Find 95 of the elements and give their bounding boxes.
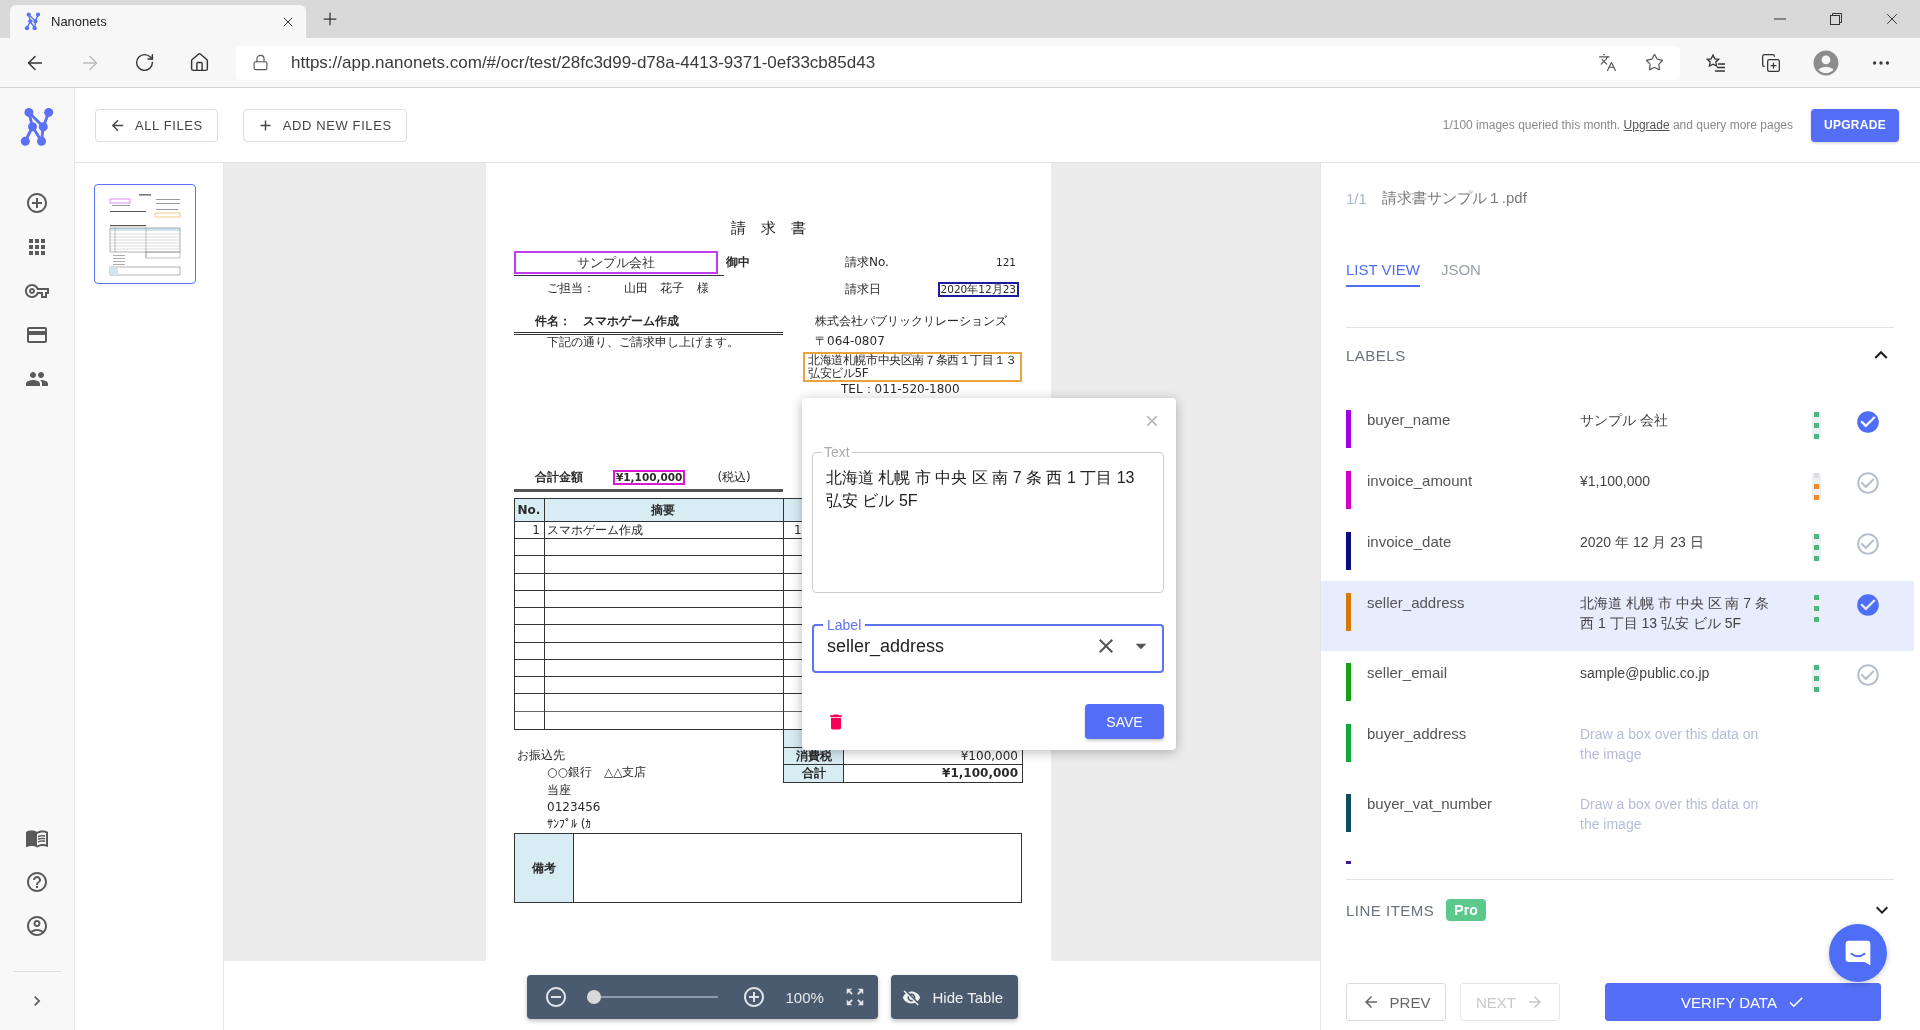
total-label: 合計金額 xyxy=(535,470,584,484)
label-value: sample@public.co.jp xyxy=(1580,663,1711,683)
usage-note: 1/100 images queried this month. Upgrade and query more pages xyxy=(1442,118,1793,132)
meta-label: 請求No. xyxy=(845,256,889,269)
home-icon[interactable] xyxy=(189,52,210,73)
column-header: 摘要 xyxy=(650,502,676,519)
label-row[interactable]: buyer_name サンプル 会社 xyxy=(1321,398,1914,459)
bank-detail: ｻﾝﾌﾟﾙ (ｶ xyxy=(546,816,592,834)
pro-badge: Pro xyxy=(1446,899,1486,921)
bank-detail: 当座 xyxy=(546,781,571,799)
honorific-text: 様 xyxy=(697,282,709,295)
zoom-out-icon[interactable] xyxy=(543,985,568,1009)
section-title: LINE ITEMS xyxy=(1346,901,1435,919)
prev-button[interactable]: PREV xyxy=(1346,983,1446,1021)
zoom-in-icon[interactable] xyxy=(741,985,766,1009)
label-row[interactable]: buyer_address Draw a box over this data on the image xyxy=(1321,712,1914,782)
summary-label: 合計 xyxy=(800,765,827,782)
column-header: No. xyxy=(516,502,542,519)
recipient-name: サンプル会社 xyxy=(514,250,718,274)
arrow-right-icon xyxy=(1526,993,1544,1011)
copy-plus-icon[interactable] xyxy=(1760,52,1781,73)
all-files-button[interactable]: ALL FILES xyxy=(95,108,218,142)
company-name: 株式会社パブリックリレーションズ xyxy=(815,314,1007,328)
label-value: ¥1,100,000 xyxy=(1580,471,1652,491)
label-row[interactable]: buyer_vat_number Draw a box over this data on the image xyxy=(1321,782,1914,852)
favicon-icon xyxy=(24,12,41,31)
upgrade-link[interactable]: Upgrade xyxy=(1623,118,1670,132)
verify-data-button[interactable]: VERIFY DATA xyxy=(1605,983,1881,1021)
label-row[interactable]: invoice_amount ¥1,100,000 xyxy=(1321,459,1914,520)
contact-name: 山田 花子 xyxy=(624,282,684,295)
label-hint: Draw a box over this data on the image xyxy=(1580,794,1760,834)
label-name: buyer_address xyxy=(1367,723,1468,744)
file-name: 請求書サンプル１.pdf xyxy=(1381,188,1527,208)
hide-table-button[interactable]: Hide Table xyxy=(890,975,1018,1019)
bank-detail: ○○銀行 △△支店 xyxy=(546,764,647,782)
help-icon[interactable] xyxy=(25,870,49,894)
postal-code: 〒064-0807 xyxy=(815,334,885,348)
meta-value: 121 xyxy=(994,255,1017,270)
address-text: 北海道札幌市中央区南７条西１丁目１３ 弘安ビル5F xyxy=(803,352,1022,382)
address-bar[interactable]: https://app.nanonets.com/#/ocr/test/28fc3d99-d78a-4413-9371-0ef33cb85d43 xyxy=(236,45,1680,80)
meta-label: 請求日 xyxy=(845,282,881,296)
view-tab[interactable]: LIST VIEW xyxy=(1346,261,1420,287)
label-row[interactable]: invoice_date 2020 年 12 月 23 日 xyxy=(1321,520,1914,581)
bank-detail: 0123456 xyxy=(546,798,601,816)
save-button[interactable]: SAVE xyxy=(1085,704,1164,739)
phone-text: TEL：011-520-1800 xyxy=(841,382,960,396)
browser-tab[interactable]: Nanonets xyxy=(10,5,306,38)
label-name: buyer_vat_number xyxy=(1367,793,1494,814)
greeting-text: 下記の通り、ご請求申し上げます。 xyxy=(547,335,739,349)
label-name: seller_email xyxy=(1367,662,1449,683)
eye-off-icon xyxy=(901,987,921,1007)
zoom-percent: 100% xyxy=(785,988,824,1006)
table-cell-text: 1 xyxy=(531,522,541,540)
label-name: buyer_name xyxy=(1367,409,1452,430)
label-row[interactable]: seller_address 北海道 札幌 市 中央 区 南 7 条 西 1 丁目 13 弘安 ビル 5F xyxy=(1321,581,1914,651)
lock-icon xyxy=(252,54,269,71)
reload-icon[interactable] xyxy=(134,52,155,73)
total-value: ¥1,100,000 xyxy=(613,469,686,485)
star-icon[interactable] xyxy=(1645,53,1664,72)
tax-note: (税込) xyxy=(717,470,751,484)
page-thumbnail[interactable] xyxy=(94,184,196,284)
table-cell-text: スマホゲーム作成 xyxy=(546,522,644,540)
translate-icon[interactable] xyxy=(1598,53,1617,72)
label-value: 2020 年 12 月 23 日 xyxy=(1580,532,1705,552)
honorific-text: 御中 xyxy=(726,255,750,269)
subject-text: 件名： スマホゲーム作成 xyxy=(535,314,679,328)
label-name: invoice_amount xyxy=(1367,470,1474,491)
document-title: 請 求 書 xyxy=(730,220,806,236)
label-name: invoice_date xyxy=(1367,531,1453,552)
meta-value: 2020年12月23 xyxy=(937,281,1019,297)
label-hint: Draw a box over this data on the image xyxy=(1580,724,1760,764)
summary-value: ¥1,100,000 xyxy=(941,765,1019,782)
label-value: サンプル 会社 xyxy=(1580,410,1669,430)
star-list-icon[interactable] xyxy=(1705,53,1726,72)
summary-value: ¥100,000 xyxy=(959,748,1019,765)
label-name: seller_address xyxy=(1367,592,1466,613)
restore-icon[interactable] xyxy=(1830,13,1842,25)
contact-label: ご担当： xyxy=(547,282,595,295)
label-value: 北海道 札幌 市 中央 区 南 7 条 西 1 丁目 13 弘安 ビル 5F xyxy=(1580,593,1770,633)
label-field[interactable]: Label seller_address xyxy=(812,617,1164,673)
chat-icon xyxy=(1844,939,1872,967)
add-files-button[interactable]: ADD NEW FILES xyxy=(242,108,407,142)
remarks-label: 備考 xyxy=(515,834,574,903)
label-row[interactable]: seller_email sample@public.co.jp xyxy=(1321,651,1914,712)
section-title: LABELS xyxy=(1346,346,1406,364)
bank-heading: お振込先 xyxy=(516,747,565,764)
text-field[interactable]: Text 北海道 札幌 市 中央 区 南 7 条 西 1 丁目 13 弘安 ビル 5F xyxy=(812,444,1164,593)
table-cell-text: 1 xyxy=(793,522,803,540)
page-counter: 1/1 xyxy=(1346,189,1367,207)
upgrade-button[interactable]: UPGRADE xyxy=(1811,108,1899,142)
chat-launcher[interactable] xyxy=(1829,924,1887,982)
nanonets-logo[interactable] xyxy=(19,107,55,147)
summary-label: 消費税 xyxy=(794,748,833,765)
account-icon[interactable] xyxy=(25,914,49,938)
slider-thumb[interactable] xyxy=(586,990,601,1004)
